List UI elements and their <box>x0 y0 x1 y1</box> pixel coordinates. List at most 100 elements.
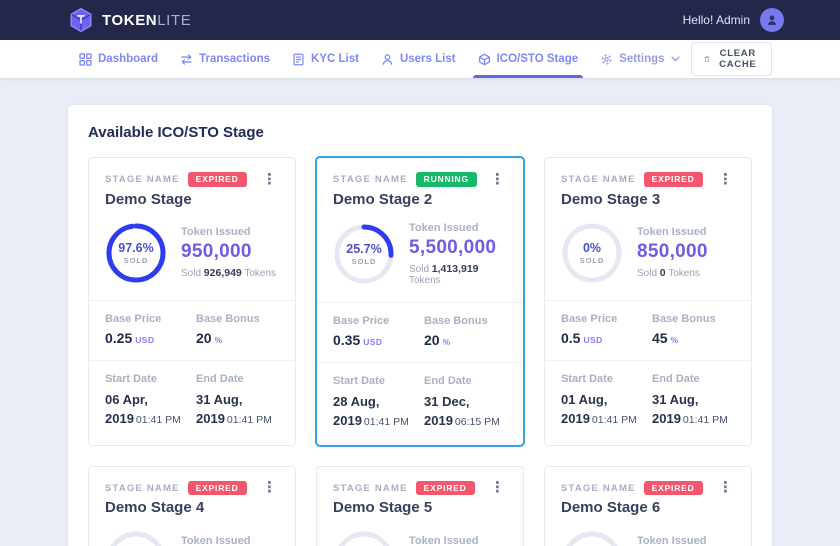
status-badge: EXPIRED <box>416 481 475 496</box>
stage-name-label: STAGE NAME <box>333 174 408 185</box>
sold-tokens-line: Sold 1,413,919 Tokens <box>409 263 507 286</box>
stage-title: Demo Stage 5 <box>333 499 507 516</box>
nav-label: Dashboard <box>98 53 158 65</box>
base-price-field: Base Price 0.35USD <box>333 315 416 348</box>
dates-section: Start Date 28 Aug, 201901:41 PM End Date… <box>317 362 523 445</box>
top-header: TOKENLITE Hello! Admin <box>0 0 840 40</box>
base-bonus-value: 20 <box>424 332 440 348</box>
nav-item-settings[interactable]: Settings <box>589 40 690 78</box>
user-icon <box>765 13 779 27</box>
card-menu-button[interactable]: ⋮ <box>716 481 735 495</box>
card-menu-button[interactable]: ⋮ <box>488 173 507 187</box>
card-menu-button[interactable]: ⋮ <box>260 481 279 495</box>
base-price-label: Base Price <box>333 315 416 327</box>
base-bonus-value: 45 <box>652 330 668 346</box>
end-time-value: 01:41 PM <box>227 414 272 426</box>
token-info: Token Issued 850,000 Sold 0 Tokens <box>409 535 480 546</box>
card-menu-button[interactable]: ⋮ <box>260 173 279 187</box>
base-price-value: 0.5 <box>561 330 580 346</box>
base-price-unit: USD <box>363 337 382 347</box>
start-date-field: Start Date 01 Aug, 201901:41 PM <box>561 373 644 429</box>
stage-name-label: STAGE NAME <box>333 483 408 494</box>
stage-title: Demo Stage 4 <box>105 499 279 516</box>
users-person-icon <box>381 53 394 66</box>
end-date-field: End Date 31 Aug, 201901:41 PM <box>652 373 735 429</box>
card-menu-button[interactable]: ⋮ <box>488 481 507 495</box>
sold-caption: SOLD <box>124 256 149 265</box>
greeting-text: Hello! Admin <box>683 13 750 27</box>
card-menu-button[interactable]: ⋮ <box>716 173 735 187</box>
start-time-value: 01:41 PM <box>136 414 181 426</box>
end-time-value: 06:15 PM <box>455 416 500 428</box>
token-issued-label: Token Issued <box>637 535 708 546</box>
token-issued-label: Token Issued <box>409 535 480 546</box>
clear-cache-label: CLEAR CACHE <box>717 48 759 70</box>
sold-progress-ring: 25.7% SOLD <box>333 223 395 285</box>
nav-label: Transactions <box>199 53 270 65</box>
nav-label: KYC List <box>311 53 359 65</box>
end-date-label: End Date <box>652 373 735 385</box>
user-avatar[interactable] <box>760 8 784 32</box>
tokens-suffix: Tokens <box>409 275 441 286</box>
base-bonus-label: Base Bonus <box>196 313 279 325</box>
end-date-field: End Date 31 Aug, 201901:41 PM <box>196 373 279 429</box>
tokens-suffix: Tokens <box>668 268 700 279</box>
stage-title: Demo Stage 2 <box>333 191 507 208</box>
stage-card: STAGE NAME EXPIRED ⋮ Demo Stage 4 0% SOL… <box>88 466 296 546</box>
sold-percentage: 0% <box>583 241 601 255</box>
nav-item-transactions[interactable]: Transactions <box>169 40 281 78</box>
token-issued-value: 850,000 <box>637 241 708 263</box>
base-bonus-field: Base Bonus 45% <box>652 313 735 346</box>
nav-label: Settings <box>619 53 664 65</box>
nav-item-kyc-list[interactable]: KYC List <box>281 40 370 78</box>
base-price-value: 0.25 <box>105 330 132 346</box>
token-issued-value: 950,000 <box>181 241 276 263</box>
end-date-label: End Date <box>424 375 507 387</box>
chevron-down-icon <box>671 56 680 62</box>
sold-prefix: Sold <box>637 268 657 279</box>
sold-tokens-value: 0 <box>660 267 666 279</box>
ico-stage-cube-icon <box>478 53 491 66</box>
base-price-field: Base Price 0.5USD <box>561 313 644 346</box>
status-badge: EXPIRED <box>644 172 703 187</box>
sold-progress-ring: 0% SOLD <box>105 530 167 546</box>
stage-name-label: STAGE NAME <box>561 174 636 185</box>
content-panel: Available ICO/STO Stage STAGE NAME EXPIR… <box>68 105 772 546</box>
base-bonus-label: Base Bonus <box>652 313 735 325</box>
brand-logo[interactable]: TOKENLITE <box>68 7 191 33</box>
nav-label: ICO/STO Stage <box>497 53 579 65</box>
nav-item-users-list[interactable]: Users List <box>370 40 467 78</box>
sold-tokens-line: Sold 0 Tokens <box>637 267 708 279</box>
nav-item-dashboard[interactable]: Dashboard <box>68 40 169 78</box>
sold-tokens-value: 1,413,919 <box>432 263 479 275</box>
base-bonus-value: 20 <box>196 330 212 346</box>
token-issued-value: 5,500,000 <box>409 237 507 259</box>
stage-card: STAGE NAME EXPIRED ⋮ Demo Stage 6 0% SOL… <box>544 466 752 546</box>
sold-percentage: 97.6% <box>118 241 153 255</box>
base-bonus-unit: % <box>671 335 679 345</box>
kyc-document-icon <box>292 53 305 66</box>
transactions-arrows-icon <box>180 53 193 66</box>
start-time-value: 01:41 PM <box>592 414 637 426</box>
base-price-label: Base Price <box>561 313 644 325</box>
base-price-field: Base Price 0.25USD <box>105 313 188 346</box>
stage-title: Demo Stage 6 <box>561 499 735 516</box>
token-issued-label: Token Issued <box>409 222 507 234</box>
sold-progress-ring: 0% SOLD <box>333 530 395 546</box>
token-issued-label: Token Issued <box>181 226 276 238</box>
base-bonus-unit: % <box>443 337 451 347</box>
sold-caption: SOLD <box>580 256 605 265</box>
token-info: Token Issued 5,500,000 Sold 1,413,919 To… <box>409 222 507 286</box>
token-info: Token Issued 850,000 Sold 0 Tokens <box>637 226 708 279</box>
start-date-label: Start Date <box>333 375 416 387</box>
price-section: Base Price 0.35USD Base Bonus 20% <box>317 302 523 362</box>
clear-cache-button[interactable]: CLEAR CACHE <box>691 42 772 76</box>
nav-item-ico-sto-stage[interactable]: ICO/STO Stage <box>467 40 590 78</box>
sold-prefix: Sold <box>181 268 201 279</box>
status-badge: EXPIRED <box>188 172 247 187</box>
sold-progress-ring: 0% SOLD <box>561 222 623 284</box>
page-title: Available ICO/STO Stage <box>88 124 752 141</box>
stage-name-label: STAGE NAME <box>105 483 180 494</box>
sold-tokens-value: 926,949 <box>204 267 242 279</box>
token-issued-label: Token Issued <box>637 226 708 238</box>
